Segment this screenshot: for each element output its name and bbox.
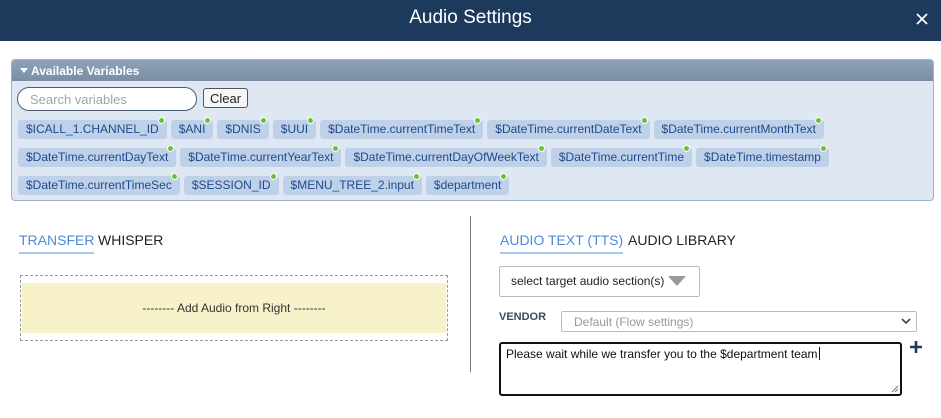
- variable-chip-list: $ICALL_1.CHANNEL_ID $ANI $DNIS $UUI $Dat…: [14, 117, 932, 200]
- tts-text-value: Please wait while we transfer you to the…: [506, 347, 818, 361]
- search-variables-input[interactable]: [17, 87, 197, 111]
- dialog-title: Audio Settings: [409, 7, 532, 28]
- status-dot-icon: [259, 117, 267, 124]
- variable-chip-label: $DateTime.currentTimeText: [328, 122, 476, 136]
- status-dot-icon: [537, 145, 545, 152]
- variable-chip-label: $ANI: [178, 122, 206, 136]
- add-icon[interactable]: [909, 340, 923, 354]
- variable-chip[interactable]: $SESSION_ID: [183, 173, 279, 195]
- tab-audio-text-tts[interactable]: AUDIO TEXT (TTS): [500, 232, 624, 254]
- variable-chip[interactable]: $ANI: [170, 117, 214, 139]
- status-dot-icon: [819, 145, 827, 152]
- variable-chip-label: $ICALL_1.CHANNEL_ID: [26, 122, 159, 136]
- vertical-divider: [470, 216, 471, 372]
- variable-chip[interactable]: $UUI: [272, 117, 317, 139]
- variable-chip[interactable]: $DateTime.currentTimeSec: [18, 173, 180, 195]
- variable-chip[interactable]: $DNIS: [217, 117, 269, 139]
- text-cursor: [818, 347, 820, 360]
- status-dot-icon: [474, 117, 482, 124]
- clear-button[interactable]: Clear: [203, 88, 249, 108]
- variable-chip-label: $DateTime.currentDateText: [495, 122, 642, 136]
- status-dot-icon: [167, 145, 175, 152]
- vendor-value: Default (Flow settings): [574, 315, 694, 329]
- triangle-down-icon: [668, 276, 686, 286]
- status-dot-icon: [683, 145, 691, 152]
- status-dot-icon: [500, 173, 508, 180]
- variable-chip-label: $DateTime.currentTimeSec: [26, 178, 172, 192]
- variable-chip-label: $MENU_TREE_2.input: [290, 178, 414, 192]
- audio-drop-zone[interactable]: -------- Add Audio from Right --------: [20, 275, 448, 341]
- variable-chip-label: $DateTime.timestamp: [704, 150, 821, 164]
- status-dot-icon: [412, 173, 420, 180]
- status-dot-icon: [157, 117, 165, 124]
- variable-chip-label: $UUI: [280, 122, 309, 136]
- variable-chip-label: $SESSION_ID: [191, 178, 271, 192]
- status-dot-icon: [814, 117, 822, 124]
- variable-chip[interactable]: $DateTime.currentTimeText: [320, 117, 484, 139]
- variable-chip-row: $ICALL_1.CHANNEL_ID $ANI $DNIS $UUI $Dat…: [14, 117, 932, 140]
- status-dot-icon: [640, 117, 648, 124]
- variable-chip-label: $DNIS: [225, 122, 261, 136]
- status-dot-icon: [170, 173, 178, 180]
- tab-audio-library[interactable]: AUDIO LIBRARY: [628, 232, 736, 252]
- tts-text-area[interactable]: Please wait while we transfer you to the…: [499, 342, 902, 396]
- variable-chip[interactable]: $DateTime.currentDateText: [487, 117, 650, 139]
- variable-chip[interactable]: $MENU_TREE_2.input: [282, 173, 422, 195]
- variable-chip[interactable]: $DateTime.currentMonthText: [653, 117, 824, 139]
- status-dot-icon: [269, 173, 277, 180]
- variable-chip-label: $DateTime.currentMonthText: [661, 122, 816, 136]
- target-audio-section-label: select target audio section(s): [511, 274, 665, 288]
- available-variables-title: Available Variables: [31, 64, 140, 78]
- caret-down-icon: [20, 68, 28, 73]
- dialog-titlebar: Audio Settings: [0, 0, 941, 41]
- resize-grip-icon[interactable]: [890, 384, 899, 393]
- variable-chip[interactable]: $DateTime.currentDayText: [18, 145, 177, 167]
- variable-chip-row: $DateTime.currentTimeSec $SESSION_ID $ME…: [14, 173, 932, 196]
- variable-chip[interactable]: $DateTime.timestamp: [696, 145, 829, 167]
- status-dot-icon: [307, 117, 315, 124]
- tab-whisper[interactable]: WHISPER: [98, 232, 163, 252]
- variable-chip[interactable]: $ICALL_1.CHANNEL_ID: [18, 117, 167, 139]
- variable-chip[interactable]: $DateTime.currentYearText: [180, 145, 342, 167]
- status-dot-icon: [204, 117, 212, 124]
- chevron-down-icon: [901, 318, 911, 325]
- close-icon[interactable]: [915, 12, 929, 26]
- variable-chip-label: $DateTime.currentDayOfWeekText: [353, 150, 539, 164]
- variable-chip[interactable]: $DateTime.currentDayOfWeekText: [345, 145, 547, 167]
- status-dot-icon: [332, 145, 340, 152]
- variable-chip-label: $department: [433, 178, 502, 192]
- vendor-select[interactable]: Default (Flow settings): [561, 311, 917, 332]
- variable-chip[interactable]: $department: [425, 173, 510, 195]
- target-audio-section-select[interactable]: select target audio section(s): [499, 266, 700, 297]
- variable-chip-label: $DateTime.currentYearText: [188, 150, 334, 164]
- variable-chip[interactable]: $DateTime.currentTime: [550, 145, 693, 167]
- available-variables-header[interactable]: Available Variables: [12, 60, 933, 81]
- audio-drop-label: -------- Add Audio from Right --------: [22, 283, 446, 333]
- available-variables-panel: Available Variables Clear $ICALL_1.CHANN…: [11, 59, 934, 201]
- variable-chip-row: $DateTime.currentDayText $DateTime.curre…: [14, 145, 932, 168]
- variable-chip-label: $DateTime.currentDayText: [26, 150, 169, 164]
- tab-transfer[interactable]: TRANSFER: [19, 232, 95, 254]
- vendor-label: VENDOR: [499, 311, 547, 323]
- variable-chip-label: $DateTime.currentTime: [558, 150, 685, 164]
